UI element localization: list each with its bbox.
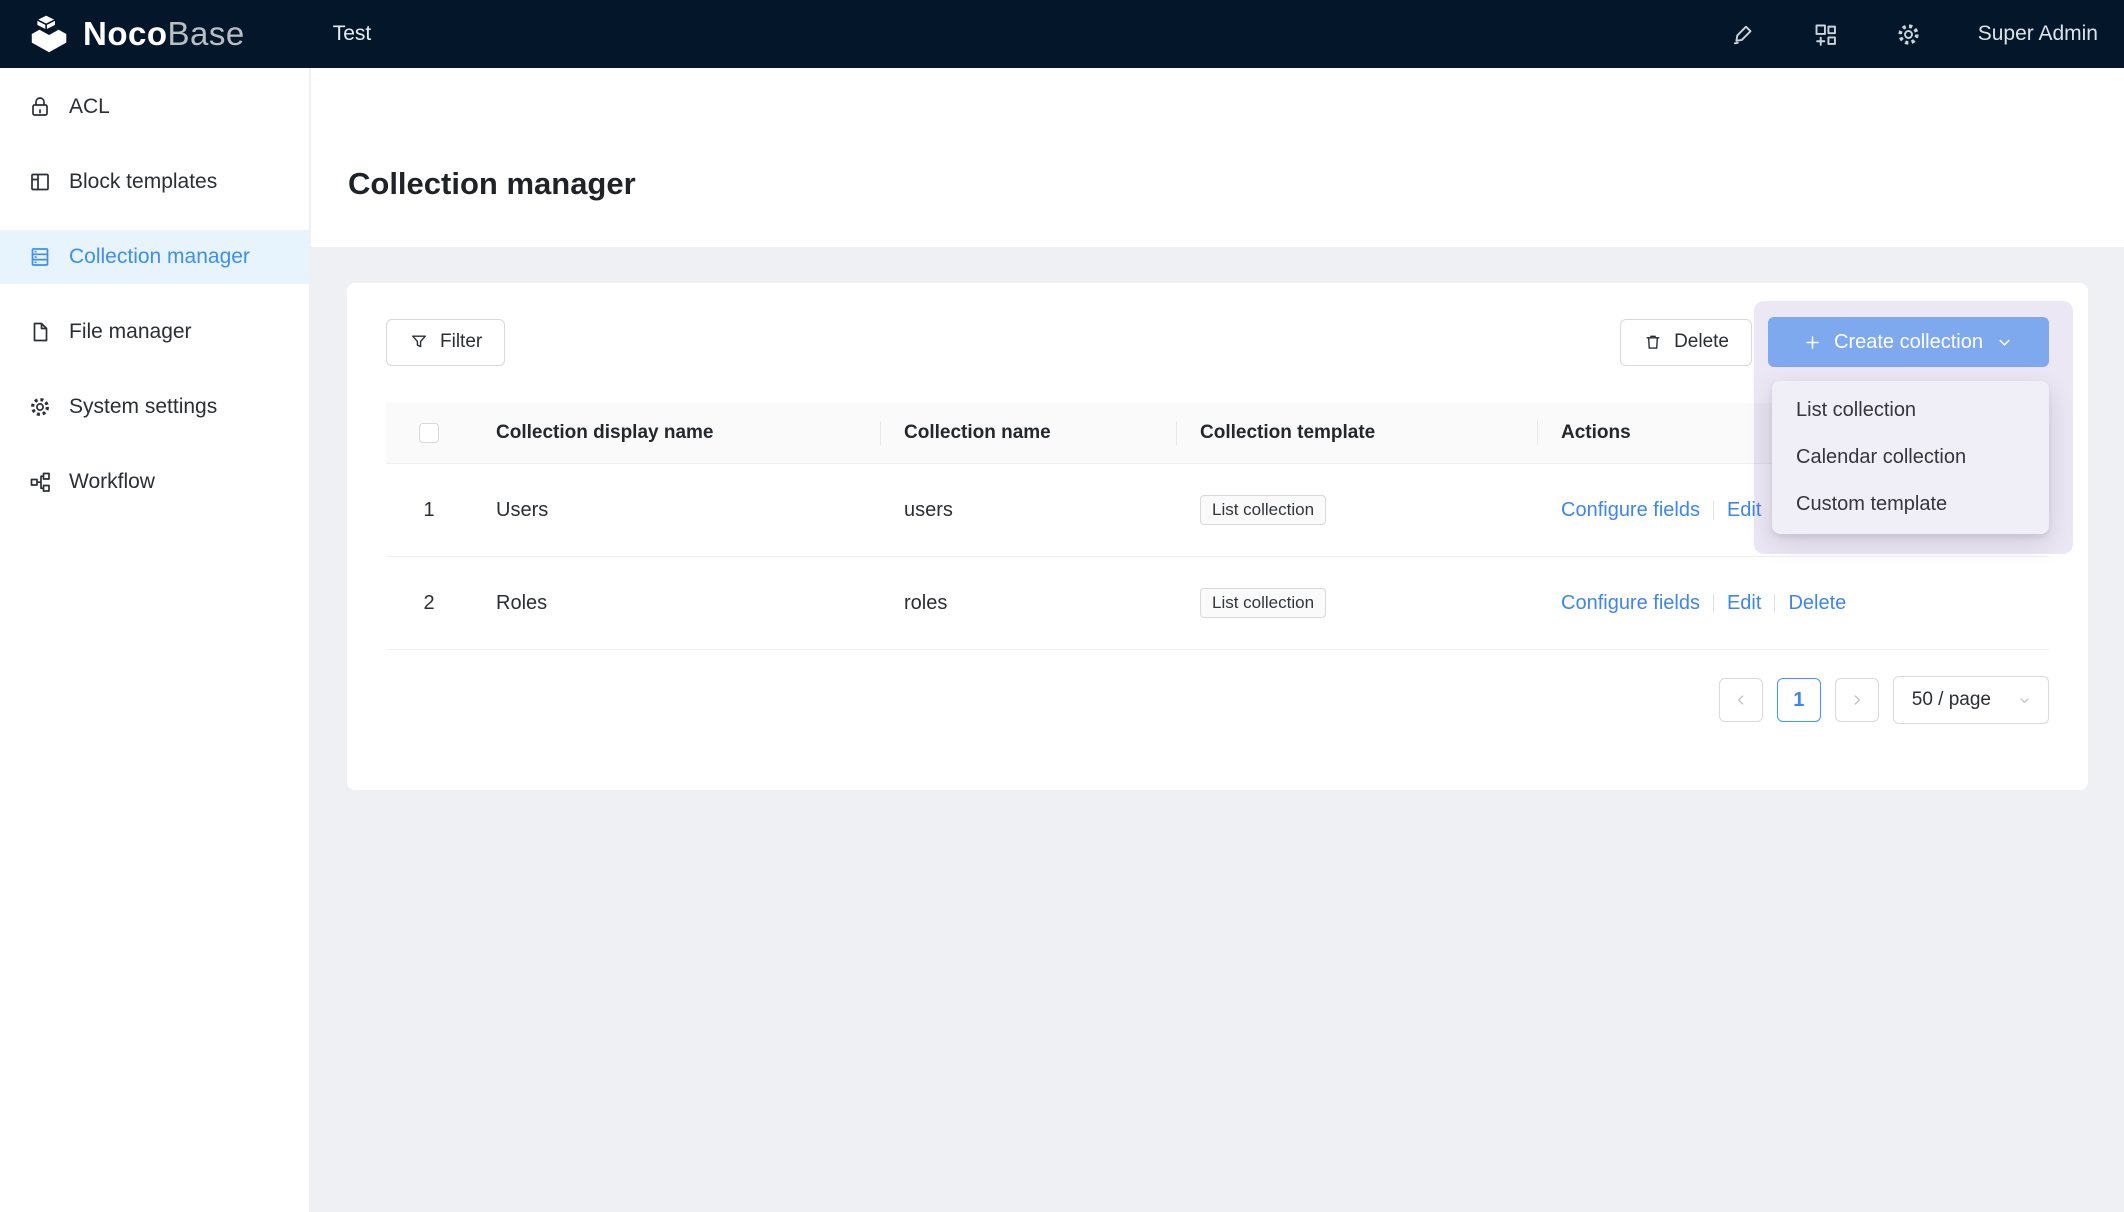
- create-collection-button[interactable]: Create collection: [1768, 317, 2049, 367]
- delete-button[interactable]: Delete: [1620, 319, 1752, 366]
- row-index: 1: [386, 499, 472, 522]
- next-page-button[interactable]: [1835, 678, 1879, 722]
- sidebar-item-file-manager[interactable]: File manager: [0, 305, 309, 359]
- page-size-select[interactable]: 50 / page: [1893, 676, 2049, 724]
- header-cell-select: [386, 423, 472, 443]
- sidebar-item-block-templates[interactable]: Block templates: [0, 155, 309, 209]
- lock-icon: [28, 95, 52, 119]
- header-cell-name: Collection name: [880, 422, 1176, 444]
- highlighter-icon[interactable]: [1729, 21, 1756, 48]
- template-tag: List collection: [1200, 588, 1326, 618]
- toolbar-right: Delete Create collection: [1620, 317, 2049, 367]
- main-content: Collection manager Collections & Fields …: [311, 68, 2124, 1212]
- chevron-left-icon: [1733, 692, 1749, 708]
- configure-fields-link[interactable]: Configure fields: [1561, 499, 1700, 522]
- cell-display-name: Users: [472, 499, 880, 522]
- sidebar-item-workflow[interactable]: Workflow: [0, 455, 309, 509]
- pagination: 1 50 / page: [386, 676, 2049, 724]
- page-title: Collection manager: [348, 166, 636, 202]
- filter-button[interactable]: Filter: [386, 319, 505, 366]
- topbar: NocoBase Test Super Admin: [0, 0, 2124, 68]
- layout-icon: [28, 170, 52, 194]
- cell-template: List collection: [1176, 495, 1537, 525]
- table-row: 2 Roles roles List collection Configure …: [386, 557, 2049, 650]
- sidebar-item-label: ACL: [69, 95, 110, 119]
- configure-fields-link[interactable]: Configure fields: [1561, 592, 1700, 615]
- action-divider: [1713, 594, 1714, 613]
- app-window: NocoBase Test Super Admin: [0, 0, 2124, 1212]
- edit-link[interactable]: Edit: [1727, 499, 1761, 522]
- nocobase-logo-icon: [27, 13, 73, 55]
- sidebar-item-label: Block templates: [69, 170, 217, 194]
- header-cell-display-name: Collection display name: [472, 422, 880, 444]
- action-divider: [1713, 501, 1714, 520]
- workflow-icon: [28, 470, 52, 494]
- sidebar-item-label: Collection manager: [69, 245, 250, 269]
- collections-card: Filter Delete: [347, 283, 2088, 790]
- sidebar: ACL Block templates Collection manager F…: [0, 68, 310, 1212]
- chevron-down-icon: [2017, 693, 2032, 708]
- trash-icon: [1643, 332, 1663, 352]
- topbar-right: Super Admin: [1729, 21, 2098, 48]
- prev-page-button[interactable]: [1719, 678, 1763, 722]
- plugin-blocks-icon[interactable]: [1812, 21, 1839, 48]
- sidebar-item-system-settings[interactable]: System settings: [0, 380, 309, 434]
- file-icon: [28, 320, 52, 344]
- topbar-tab-test[interactable]: Test: [333, 22, 372, 46]
- menu-item-custom-template[interactable]: Custom template: [1772, 481, 2049, 528]
- sidebar-item-collection-manager[interactable]: Collection manager: [0, 230, 309, 284]
- sidebar-item-acl[interactable]: ACL: [0, 80, 309, 134]
- page-header: Collection manager Collections & Fields: [311, 68, 2124, 247]
- action-divider: [1774, 594, 1775, 613]
- page-number-button[interactable]: 1: [1777, 678, 1821, 722]
- row-index: 2: [386, 592, 472, 615]
- menu-item-calendar-collection[interactable]: Calendar collection: [1772, 434, 2049, 481]
- edit-link[interactable]: Edit: [1727, 592, 1761, 615]
- cell-display-name: Roles: [472, 592, 880, 615]
- chevron-right-icon: [1849, 692, 1865, 708]
- sidebar-item-label: Workflow: [69, 470, 155, 494]
- chevron-down-icon: [1995, 333, 2014, 352]
- plus-icon: [1803, 333, 1822, 352]
- delete-link[interactable]: Delete: [1788, 592, 1846, 615]
- header-cell-template: Collection template: [1176, 422, 1537, 444]
- database-icon: [28, 245, 52, 269]
- sidebar-item-label: System settings: [69, 395, 217, 419]
- user-menu[interactable]: Super Admin: [1978, 22, 2098, 46]
- cell-actions: Configure fields Edit Delete: [1537, 592, 2049, 615]
- cell-name: users: [880, 499, 1176, 522]
- select-all-checkbox[interactable]: [419, 423, 439, 443]
- filter-icon: [409, 332, 429, 352]
- gear-icon[interactable]: [1895, 21, 1922, 48]
- cell-name: roles: [880, 592, 1176, 615]
- table-toolbar: Filter Delete: [386, 317, 2049, 367]
- create-collection-dropdown: List collection Calendar collection Cust…: [1772, 381, 2049, 534]
- sidebar-item-label: File manager: [69, 320, 192, 344]
- template-tag: List collection: [1200, 495, 1326, 525]
- nocobase-logo[interactable]: NocoBase: [27, 13, 245, 55]
- logo-text: NocoBase: [83, 15, 245, 53]
- cell-template: List collection: [1176, 588, 1537, 618]
- gear-icon: [28, 395, 52, 419]
- menu-item-list-collection[interactable]: List collection: [1772, 387, 2049, 434]
